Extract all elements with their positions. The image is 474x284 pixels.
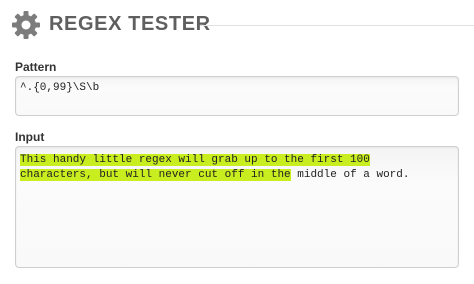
pattern-input[interactable]: ^.{0,99}\S\b [15, 76, 459, 116]
header-divider [200, 25, 474, 26]
input-label: Input [15, 130, 45, 144]
input-line-2: characters, but will never cut off in th… [20, 168, 454, 183]
input-line-1: This handy little regex will grab up to … [20, 153, 454, 168]
unmatched-text: middle of a word. [290, 169, 410, 181]
pattern-value: ^.{0,99}\S\b [20, 82, 100, 94]
match-highlight: This handy little regex will grab up to … [20, 154, 370, 166]
pattern-label: Pattern [15, 60, 57, 74]
match-highlight: characters, but will never cut off in th… [20, 169, 291, 181]
app-header: REGEX TESTER [0, 0, 474, 50]
input-textarea[interactable]: This handy little regex will grab up to … [15, 146, 459, 268]
page-title: REGEX TESTER [49, 13, 211, 35]
gear-icon [12, 11, 40, 39]
